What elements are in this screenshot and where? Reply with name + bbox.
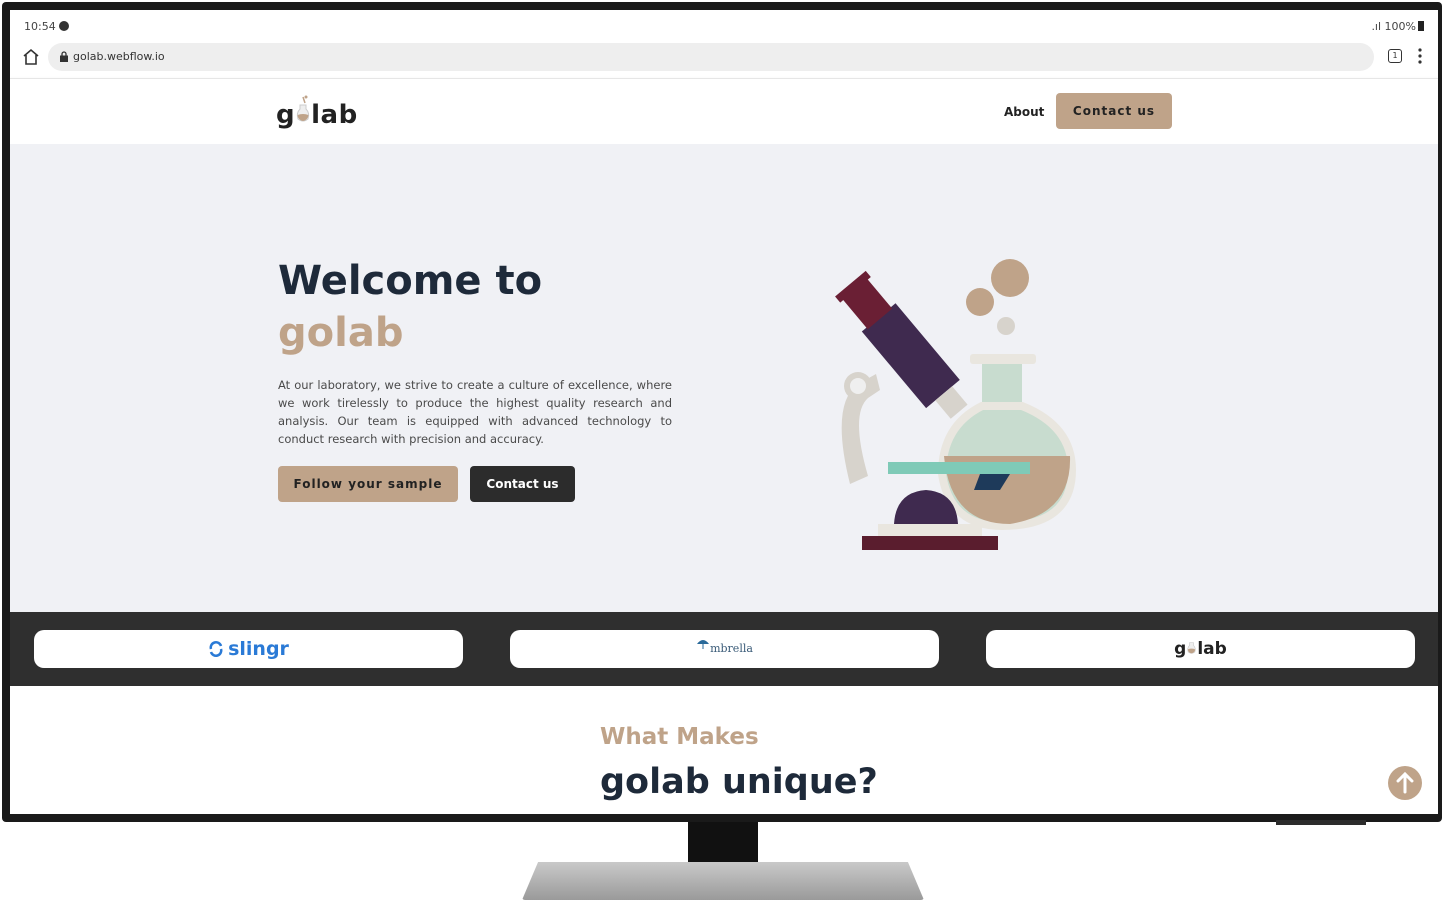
flask-logo-icon bbox=[296, 95, 310, 122]
follow-sample-button[interactable]: Follow your sample bbox=[278, 466, 458, 502]
browser-toolbar: golab.webflow.io 1 bbox=[10, 40, 1438, 78]
unique-title: golab unique? bbox=[600, 762, 878, 802]
flask-small-icon bbox=[1187, 642, 1196, 654]
slingr-logo-text: slingr bbox=[228, 638, 289, 660]
golab-partner-logo: g lab bbox=[1174, 639, 1227, 659]
battery-text: 100% bbox=[1384, 20, 1416, 33]
nav-contact-button[interactable]: Contact us bbox=[1056, 93, 1172, 129]
hero-section: Welcome to golab At our laboratory, we s… bbox=[10, 144, 1438, 612]
partner-card-umbrella[interactable]: mbrella bbox=[510, 630, 939, 668]
hero-title-brand: golab bbox=[278, 310, 404, 356]
tv-frame: 10:54 .ıl 100% golab.webflow.io 1 g lab … bbox=[2, 2, 1442, 822]
scroll-to-top-button[interactable] bbox=[1388, 766, 1422, 800]
unique-subtitle: What Makes bbox=[600, 724, 759, 750]
umbrella-logo: mbrella bbox=[696, 640, 753, 655]
tv-stand-base bbox=[522, 862, 924, 900]
tv-brand-badge bbox=[1276, 820, 1366, 825]
home-icon[interactable] bbox=[22, 48, 40, 66]
partners-strip: slingr mbrella g lab bbox=[10, 612, 1438, 686]
status-time: 10:54 bbox=[24, 20, 69, 33]
microscope-flask-illustration bbox=[835, 259, 1077, 550]
status-right: .ıl 100% bbox=[1371, 20, 1424, 33]
signal-icon: .ıl bbox=[1371, 20, 1382, 33]
golab-partner-text: lab bbox=[1197, 639, 1227, 659]
arrow-up-icon bbox=[1396, 771, 1414, 794]
tv-screen: 10:54 .ıl 100% golab.webflow.io 1 g lab … bbox=[10, 10, 1438, 814]
umbrella-logo-text: mbrella bbox=[710, 642, 753, 655]
tab-switcher-icon[interactable]: 1 bbox=[1388, 49, 1402, 63]
lock-icon bbox=[60, 51, 68, 62]
slingr-logo: slingr bbox=[208, 638, 289, 660]
status-time-text: 10:54 bbox=[24, 20, 56, 33]
tv-stand-neck bbox=[688, 822, 758, 868]
status-bar: 10:54 .ıl 100% bbox=[10, 10, 1438, 40]
slingr-mark-icon bbox=[209, 641, 223, 657]
more-options-icon[interactable] bbox=[1418, 48, 1422, 64]
partner-card-slingr[interactable]: slingr bbox=[34, 630, 463, 668]
golab-logo[interactable]: g lab bbox=[276, 95, 366, 135]
hero-title: Welcome to bbox=[278, 258, 543, 304]
nav-about-link[interactable]: About bbox=[1004, 105, 1044, 119]
umbrella-icon bbox=[697, 640, 710, 649]
notification-icon bbox=[58, 21, 69, 31]
hero-description: At our laboratory, we strive to create a… bbox=[278, 378, 672, 446]
unique-section: What Makes golab unique? bbox=[10, 686, 1438, 814]
logo-suffix: lab bbox=[311, 100, 358, 130]
url-text: golab.webflow.io bbox=[73, 50, 165, 63]
partner-card-golab[interactable]: g lab bbox=[986, 630, 1415, 668]
site-header: g lab About Contact us bbox=[10, 78, 1438, 144]
address-bar[interactable]: golab.webflow.io bbox=[48, 43, 1374, 71]
logo-prefix: g bbox=[276, 100, 296, 130]
golab-partner-prefix: g bbox=[1174, 639, 1187, 659]
hero-contact-button[interactable]: Contact us bbox=[470, 466, 575, 502]
battery-icon bbox=[1418, 21, 1424, 31]
